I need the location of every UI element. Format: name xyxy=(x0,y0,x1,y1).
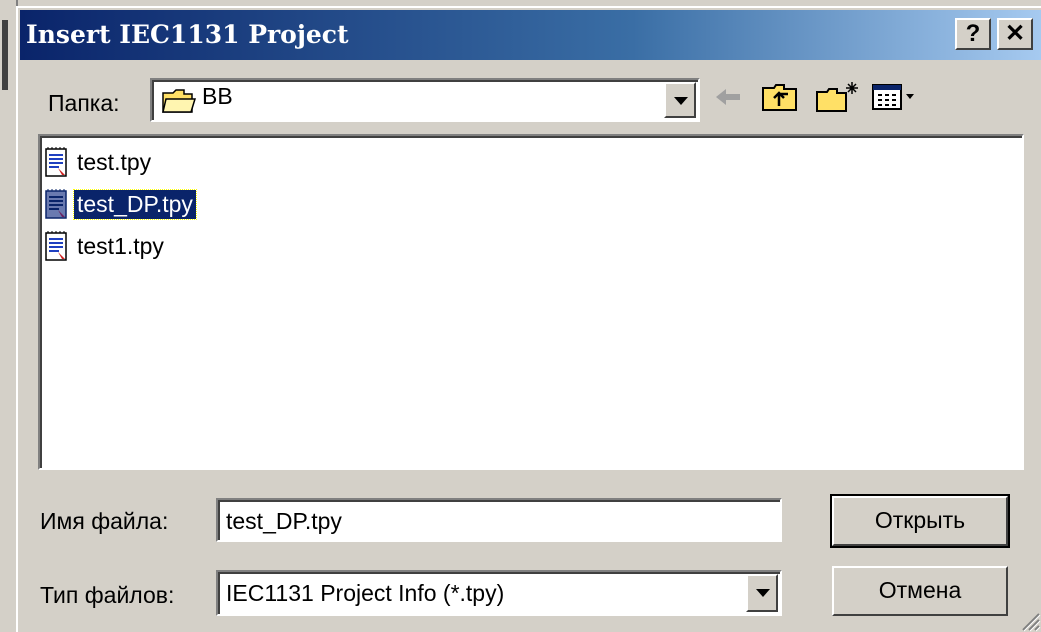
filetype-label: Тип файлов: xyxy=(40,582,175,608)
tpy-file-icon xyxy=(45,231,67,261)
filetype-combo[interactable]: IEC1131 Project Info (*.tpy) xyxy=(216,570,782,616)
tpy-file-icon xyxy=(45,147,67,177)
help-button[interactable]: ? xyxy=(955,18,991,50)
folder-label: Папка: xyxy=(48,90,120,116)
file-item[interactable]: test1.tpy xyxy=(44,228,167,264)
file-name: test1.tpy xyxy=(77,232,164,259)
folder-icon xyxy=(162,89,196,113)
filename-input[interactable]: test_DP.tpy xyxy=(216,498,782,542)
file-name: test_DP.tpy xyxy=(73,188,197,220)
up-folder-icon[interactable] xyxy=(760,80,800,114)
folder-combo[interactable]: BB xyxy=(150,78,700,122)
filetype-value: IEC1131 Project Info (*.tpy) xyxy=(226,580,505,606)
file-list[interactable]: test.tpy test_DP.tpy test1.tpy xyxy=(38,134,1024,470)
insert-project-dialog: Insert IEC1131 Project ? ✕ Папка: BB tes… xyxy=(16,6,1041,632)
tpy-file-icon xyxy=(45,189,67,219)
view-menu-icon[interactable] xyxy=(870,80,922,114)
cancel-button[interactable]: Отмена xyxy=(832,566,1008,616)
resize-grip-icon[interactable] xyxy=(1017,608,1041,632)
chevron-down-icon xyxy=(674,97,688,105)
folder-dropdown-button[interactable] xyxy=(664,82,696,118)
folder-value: BB xyxy=(202,83,233,109)
file-item[interactable]: test.tpy xyxy=(44,144,154,180)
back-arrow-icon[interactable] xyxy=(710,80,746,114)
new-folder-icon[interactable] xyxy=(814,80,862,114)
chevron-down-icon xyxy=(756,589,770,597)
filename-value: test_DP.tpy xyxy=(226,508,342,534)
title-bar[interactable]: Insert IEC1131 Project ? ✕ xyxy=(20,10,1041,60)
file-name: test.tpy xyxy=(77,148,152,175)
filename-label: Имя файла: xyxy=(40,508,169,534)
file-item-selected[interactable]: test_DP.tpy xyxy=(44,186,197,222)
close-button[interactable]: ✕ xyxy=(997,18,1033,50)
dialog-title: Insert IEC1131 Project xyxy=(26,20,349,49)
open-button[interactable]: Открыть xyxy=(830,494,1010,548)
filetype-dropdown-button[interactable] xyxy=(746,574,778,612)
